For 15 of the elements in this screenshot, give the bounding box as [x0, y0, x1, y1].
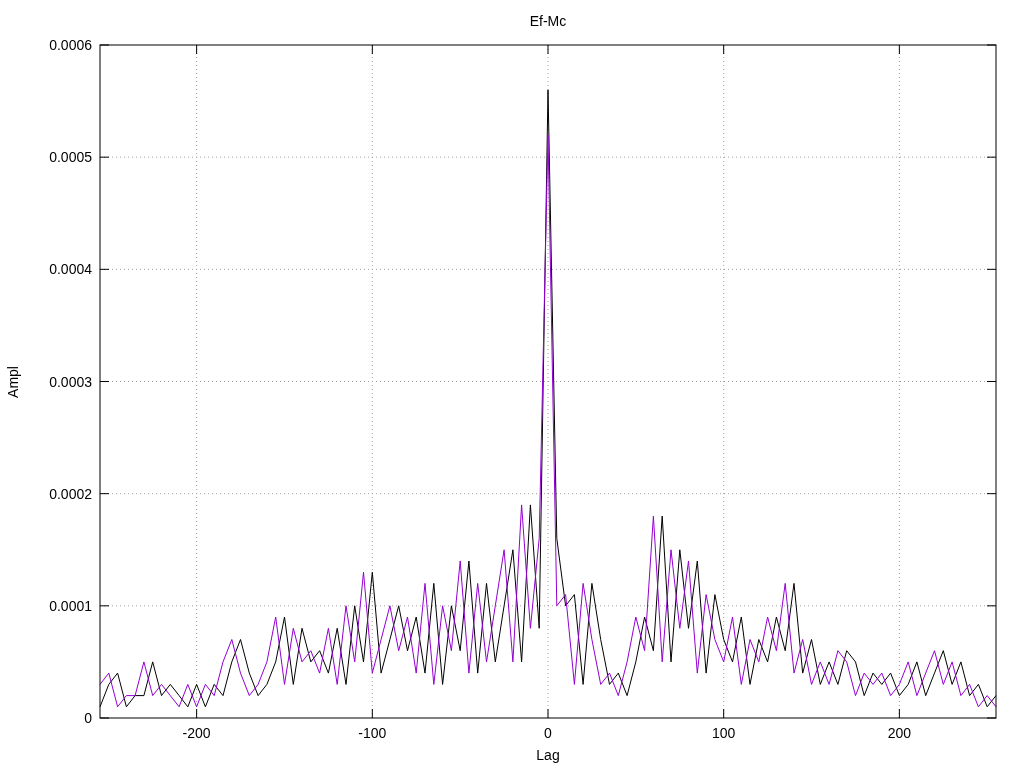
tick-label: 0.0006 [49, 37, 92, 53]
tick-label: 200 [887, 725, 912, 741]
tick-label: 0 [544, 725, 552, 741]
tick-label: 0.0005 [49, 149, 92, 166]
tick-label: 0 [84, 710, 92, 726]
tick-label: -100 [358, 725, 387, 741]
tick-label: 100 [712, 725, 736, 741]
axis-label: Lag [536, 747, 560, 763]
tick-label: -200 [182, 725, 211, 741]
tick-label: 0.0002 [49, 485, 92, 502]
chart-title: Ef-Mc [529, 13, 567, 29]
axis-label: Ampl [5, 366, 21, 398]
tick-label: 0.0003 [49, 373, 92, 390]
tick-label: 0.0001 [49, 597, 92, 614]
tick-label: 0.0004 [49, 261, 92, 278]
